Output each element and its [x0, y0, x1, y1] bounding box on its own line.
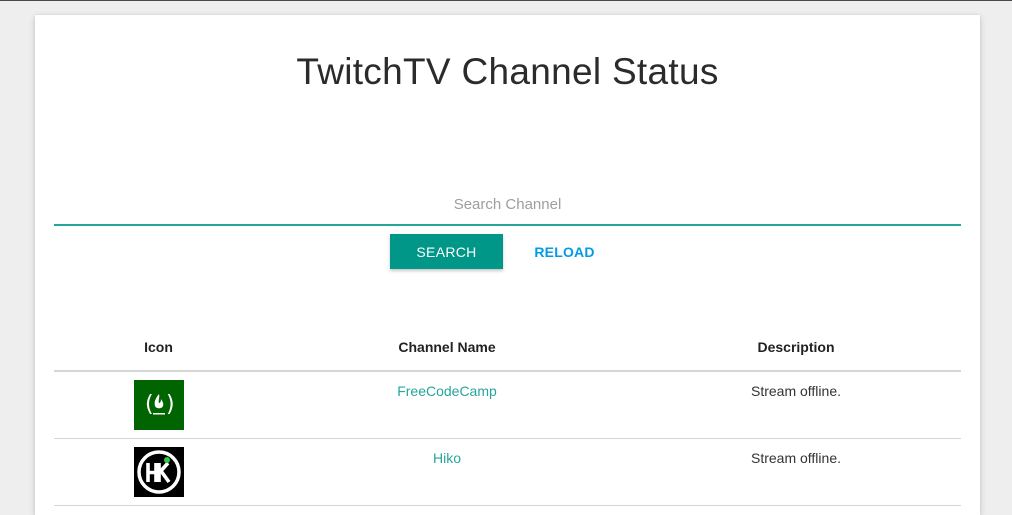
reload-button[interactable]: RELOAD [525, 234, 604, 269]
svg-text:(: ( [145, 392, 154, 417]
search-button[interactable]: SEARCH [390, 234, 503, 269]
table-header: Icon Channel Name Description [54, 323, 961, 372]
column-header-description: Description [757, 338, 835, 355]
description-cell: Stream offline. [750, 383, 841, 399]
main-card: TwitchTV Channel Status SEARCH RELOAD Ic… [35, 15, 980, 515]
channel-link-freecodecamp[interactable]: FreeCodeCamp [397, 383, 497, 399]
channel-table: Icon Channel Name Description ( ) FreeCo… [54, 323, 961, 506]
hiko-logo-icon [133, 447, 184, 497]
description-cell: Stream offline. [750, 450, 841, 466]
column-header-icon: Icon [144, 338, 173, 355]
search-input[interactable] [54, 186, 961, 222]
channel-name-cell: Hiko [263, 439, 631, 505]
page-title: TwitchTV Channel Status [296, 51, 719, 92]
table-row: ( ) FreeCodeCamp Stream offline. [54, 372, 961, 439]
channel-name-cell: FreeCodeCamp [263, 372, 631, 438]
icon-cell: ( ) [54, 372, 263, 438]
svg-text:): ) [166, 392, 175, 417]
icon-cell [54, 439, 263, 505]
window-top-border [0, 0, 1012, 1]
column-header-channel-name: Channel Name [398, 338, 496, 355]
channel-link-hiko[interactable]: Hiko [433, 450, 461, 466]
freecodecamp-logo-icon: ( ) [133, 380, 184, 430]
search-field [54, 186, 961, 226]
table-row: Hiko Stream offline. [54, 439, 961, 506]
